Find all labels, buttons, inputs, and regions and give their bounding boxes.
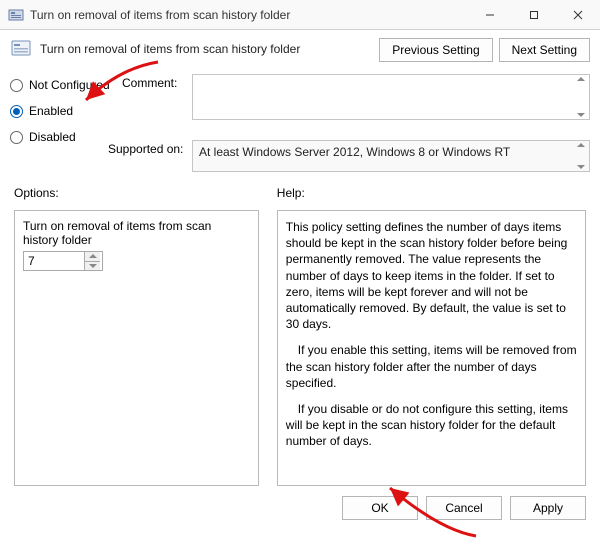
radio-icon: [10, 79, 23, 92]
dialog-footer: OK Cancel Apply: [0, 486, 600, 530]
stepper-down-button[interactable]: [85, 261, 100, 271]
apply-button[interactable]: Apply: [510, 496, 586, 520]
stepper-up-button[interactable]: [85, 252, 100, 261]
supported-on-label: Supported on:: [108, 140, 192, 156]
help-label: Help:: [277, 186, 586, 200]
days-input[interactable]: [24, 252, 84, 270]
radio-not-configured[interactable]: Not Configured: [10, 78, 122, 92]
chevron-down-icon: [577, 113, 585, 117]
policy-icon: [10, 38, 32, 60]
radio-enabled[interactable]: Enabled: [10, 104, 122, 118]
chevron-down-icon: [89, 264, 97, 268]
minimize-button[interactable]: [468, 0, 512, 30]
ok-button[interactable]: OK: [342, 496, 418, 520]
help-text: This policy setting defines the number o…: [286, 219, 577, 332]
radio-label: Enabled: [29, 104, 73, 118]
state-radio-group: Not Configured Enabled Disabled: [10, 74, 122, 172]
supported-on-box: At least Windows Server 2012, Windows 8 …: [192, 140, 590, 172]
supported-on-text: At least Windows Server 2012, Windows 8 …: [193, 141, 526, 171]
header-row: Turn on removal of items from scan histo…: [0, 30, 600, 62]
scrollbar-icon: [577, 77, 587, 117]
cancel-button[interactable]: Cancel: [426, 496, 502, 520]
comment-label: Comment:: [122, 74, 192, 90]
help-text: If you disable or do not configure this …: [286, 401, 577, 450]
option-title: Turn on removal of items from scan histo…: [23, 219, 250, 247]
window-title: Turn on removal of items from scan histo…: [30, 8, 468, 22]
chevron-up-icon: [89, 254, 97, 258]
radio-icon: [10, 131, 23, 144]
radio-label: Disabled: [29, 130, 76, 144]
chevron-up-icon: [577, 77, 585, 81]
help-panel[interactable]: This policy setting defines the number o…: [277, 210, 586, 486]
radio-label: Not Configured: [29, 78, 110, 92]
radio-icon: [10, 105, 23, 118]
chevron-up-icon: [577, 143, 585, 147]
window-controls: [468, 0, 600, 30]
options-label: Options:: [14, 186, 259, 200]
radio-disabled[interactable]: Disabled: [10, 130, 122, 144]
options-panel: Turn on removal of items from scan histo…: [14, 210, 259, 486]
titlebar: Turn on removal of items from scan histo…: [0, 0, 600, 30]
policy-title: Turn on removal of items from scan histo…: [40, 42, 300, 56]
help-text: If you enable this setting, items will b…: [286, 342, 577, 391]
next-setting-button[interactable]: Next Setting: [499, 38, 590, 62]
maximize-button[interactable]: [512, 0, 556, 30]
scrollbar-icon: [577, 143, 587, 169]
previous-setting-button[interactable]: Previous Setting: [379, 38, 492, 62]
comment-textarea[interactable]: [192, 74, 590, 120]
days-stepper[interactable]: [23, 251, 103, 271]
chevron-down-icon: [577, 165, 585, 169]
close-button[interactable]: [556, 0, 600, 30]
app-icon: [8, 7, 24, 23]
